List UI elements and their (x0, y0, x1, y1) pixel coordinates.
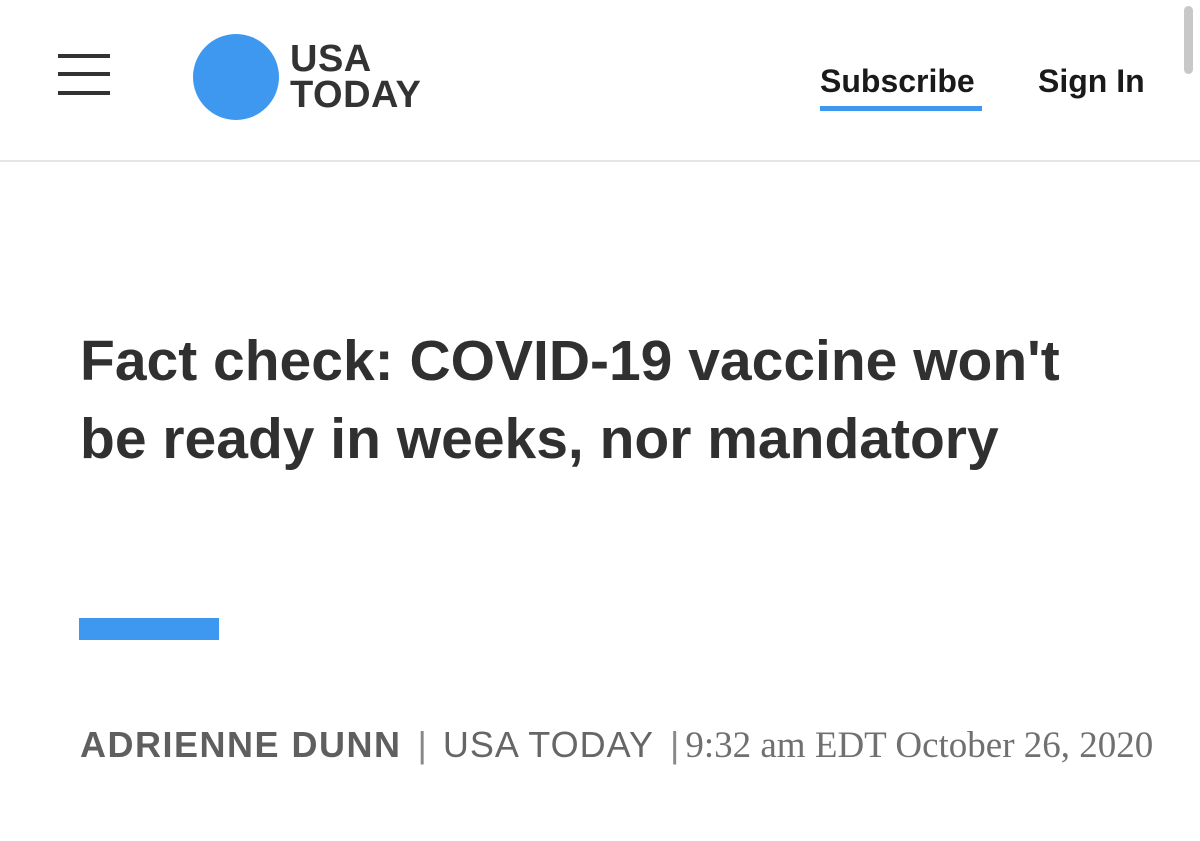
byline-separator-2: | (670, 724, 680, 765)
menu-bar-bottom (58, 91, 110, 95)
hamburger-menu-icon[interactable] (58, 52, 110, 98)
logo-wordmark: USA TODAY (290, 38, 422, 116)
logo-line-usa: USA (290, 38, 372, 80)
scrollbar-thumb[interactable] (1184, 6, 1193, 74)
subscribe-link[interactable]: Subscribe (820, 62, 975, 100)
site-header: USA TODAY Subscribe Sign In (0, 0, 1200, 162)
byline-author[interactable]: ADRIENNE DUNN (80, 724, 402, 765)
headline-accent-bar (79, 618, 219, 640)
byline-timestamp: 9:32 am EDT October 26, 2020 (685, 725, 1154, 766)
byline-separator: | (417, 724, 427, 765)
menu-bar-middle (58, 72, 110, 76)
subscribe-underline (820, 106, 982, 111)
logo-line-today: TODAY (290, 74, 422, 116)
byline-publication: USA TODAY (442, 724, 654, 765)
usa-today-logo[interactable]: USA TODAY (193, 34, 453, 120)
article-byline: ADRIENNE DUNN | USA TODAY | 9:32 am EDT O… (80, 718, 1160, 773)
article-headline: Fact check: COVID-19 vaccine won't be re… (80, 329, 1060, 471)
menu-bar-top (58, 54, 110, 58)
sign-in-link[interactable]: Sign In (1038, 62, 1145, 100)
logo-dot-icon (193, 34, 279, 120)
